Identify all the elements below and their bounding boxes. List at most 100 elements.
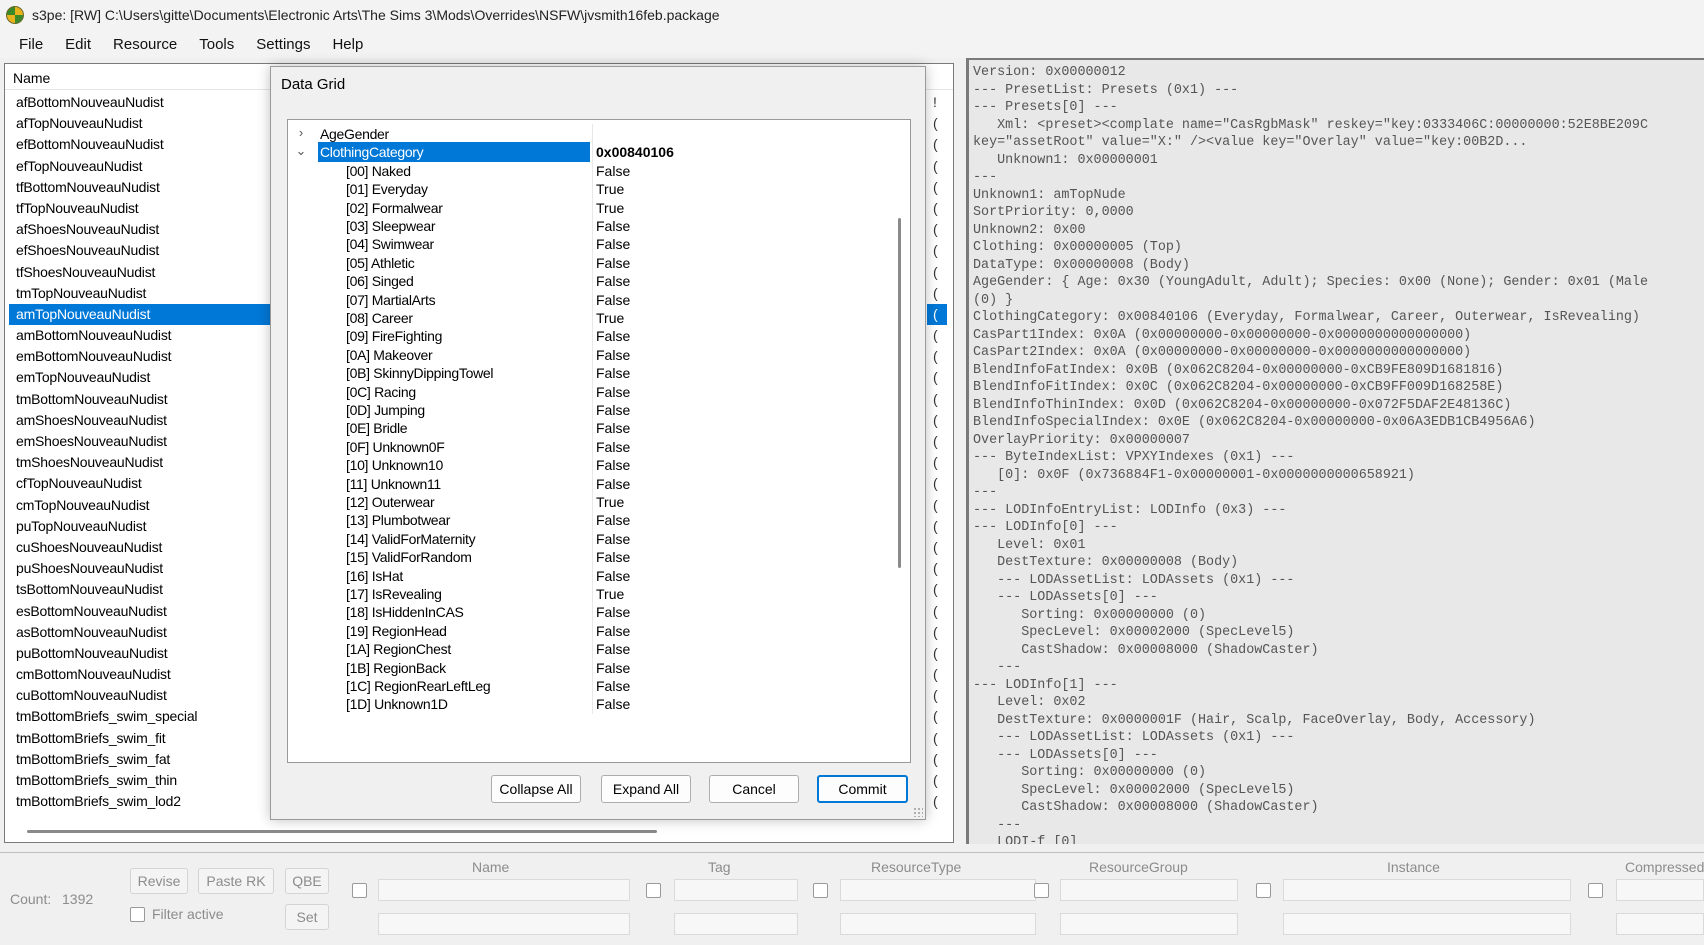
revise-button[interactable]: Revise: [130, 868, 188, 894]
grid-row-value[interactable]: False: [592, 326, 882, 347]
filter-resourcegroup-value-input[interactable]: [1060, 913, 1238, 935]
grid-row[interactable]: [1D] Unknown1D False: [288, 694, 892, 715]
grid-row[interactable]: [0F] Unknown0F False: [288, 436, 892, 457]
filter-instance-input[interactable]: [1283, 879, 1571, 901]
grid-row-value[interactable]: False: [592, 639, 882, 660]
filter-tag-value-input[interactable]: [674, 913, 798, 935]
filter-resourcegroup-checkbox[interactable]: [1034, 883, 1049, 898]
grid-row-value[interactable]: True: [592, 492, 882, 512]
grid-row[interactable]: [10] Unknown10 False: [288, 455, 892, 476]
chevron-down-icon[interactable]: ⌄: [294, 143, 308, 159]
grid-row-value[interactable]: False: [592, 657, 882, 678]
grid-row-value[interactable]: True: [592, 308, 882, 328]
grid-row-value[interactable]: True: [592, 179, 882, 200]
grid-row[interactable]: [04] Swimwear False: [288, 234, 892, 255]
grid-row[interactable]: [1A] RegionChest False: [288, 639, 892, 660]
grid-row[interactable]: [13] Plumbotwear False: [288, 510, 892, 531]
grid-row-value[interactable]: False: [592, 676, 882, 696]
filter-compressed-checkbox[interactable]: [1588, 883, 1603, 898]
list-item[interactable]: puBottomNouveauNudist: [9, 643, 275, 664]
filter-compressed-value-input[interactable]: [1616, 913, 1704, 935]
grid-row-value[interactable]: False: [592, 418, 882, 439]
horizontal-scrollbar[interactable]: [27, 830, 657, 833]
grid-row[interactable]: [07] MartialArts False: [288, 289, 892, 310]
list-item[interactable]: tmBottomBriefs_swim_thin: [9, 770, 275, 791]
list-item[interactable]: cuBottomNouveauNudist: [9, 685, 275, 706]
grid-row[interactable]: [19] RegionHead False: [288, 620, 892, 641]
grid-row[interactable]: [1B] RegionBack False: [288, 657, 892, 678]
grid-row[interactable]: [01] Everyday True: [288, 179, 892, 200]
resize-grip[interactable]: [913, 807, 923, 817]
cancel-button[interactable]: Cancel: [709, 775, 799, 803]
grid-row[interactable]: [05] Athletic False: [288, 252, 892, 273]
grid-row-value[interactable]: False: [592, 381, 882, 402]
list-item[interactable]: afBottomNouveauNudist: [9, 92, 275, 113]
list-item[interactable]: emBottomNouveauNudist: [9, 346, 275, 367]
filter-resourcetype-checkbox[interactable]: [813, 883, 828, 898]
list-item[interactable]: cmBottomNouveauNudist: [9, 664, 275, 685]
list-item[interactable]: afTopNouveauNudist: [9, 113, 275, 134]
list-item[interactable]: efShoesNouveauNudist: [9, 240, 275, 261]
grid-row[interactable]: [06] Singed False: [288, 271, 892, 292]
grid-row[interactable]: [03] Sleepwear False: [288, 216, 892, 236]
list-item[interactable]: amShoesNouveauNudist: [9, 410, 275, 431]
list-item[interactable]: emTopNouveauNudist: [9, 367, 275, 388]
list-item[interactable]: tmShoesNouveauNudist: [9, 452, 275, 473]
filter-resourcetype-input[interactable]: [840, 879, 1036, 901]
list-item[interactable]: tmBottomBriefs_swim_fit: [9, 728, 275, 749]
filter-resourcetype-value-input[interactable]: [840, 913, 1036, 935]
grid-row[interactable]: [16] IsHat False: [288, 565, 892, 586]
grid-row-value[interactable]: False: [592, 528, 882, 549]
list-item[interactable]: asBottomNouveauNudist: [9, 622, 275, 643]
grid-row-value[interactable]: 0x00840106: [592, 142, 882, 163]
list-item[interactable]: tmBottomBriefs_swim_fat: [9, 749, 275, 770]
filter-instance-value-input[interactable]: [1283, 913, 1571, 935]
filter-resourcegroup-input[interactable]: [1060, 879, 1238, 901]
set-button[interactable]: Set: [285, 904, 329, 930]
list-item[interactable]: cfTopNouveauNudist: [9, 473, 275, 494]
grid-row-value[interactable]: False: [592, 455, 882, 476]
filter-name-input[interactable]: [378, 879, 630, 901]
grid-row-value[interactable]: False: [592, 344, 882, 365]
expand-all-button[interactable]: Expand All: [601, 775, 691, 803]
grid-vertical-scrollbar[interactable]: [898, 218, 901, 568]
list-item[interactable]: tfTopNouveauNudist: [9, 198, 275, 219]
grid-row[interactable]: [0E] Bridle False: [288, 418, 892, 439]
chevron-right-icon[interactable]: ›: [294, 125, 308, 140]
menu-resource[interactable]: Resource: [102, 36, 188, 53]
filter-tag-input[interactable]: [674, 879, 798, 901]
grid-row[interactable]: [15] ValidForRandom False: [288, 547, 892, 568]
grid-row-value[interactable]: False: [592, 510, 882, 531]
list-item[interactable]: emShoesNouveauNudist: [9, 431, 275, 452]
grid-row-value[interactable]: False: [592, 602, 882, 623]
list-item[interactable]: tfBottomNouveauNudist: [9, 177, 275, 198]
grid-row-value[interactable]: False: [592, 252, 882, 273]
menu-tools[interactable]: Tools: [188, 36, 245, 53]
menu-settings[interactable]: Settings: [245, 36, 321, 53]
grid-row[interactable]: [02] Formalwear True: [288, 197, 892, 218]
grid-row[interactable]: [0C] Racing False: [288, 381, 892, 402]
grid-row-value[interactable]: False: [592, 620, 882, 641]
grid-row[interactable]: [00] Naked False: [288, 160, 892, 181]
list-item[interactable]: efTopNouveauNudist: [9, 156, 275, 177]
menu-edit[interactable]: Edit: [54, 36, 102, 53]
list-item[interactable]: afShoesNouveauNudist: [9, 219, 275, 240]
list-item[interactable]: tmBottomBriefs_swim_special: [9, 706, 275, 727]
grid-row-value[interactable]: False: [592, 694, 882, 715]
list-item[interactable]: tsBottomNouveauNudist: [9, 579, 275, 600]
grid-row[interactable]: [1C] RegionRearLeftLeg False: [288, 676, 892, 696]
list-item[interactable]: puShoesNouveauNudist: [9, 558, 275, 579]
filter-name-checkbox[interactable]: [352, 883, 367, 898]
filter-instance-checkbox[interactable]: [1256, 883, 1271, 898]
list-item[interactable]: amTopNouveauNudist: [9, 303, 275, 326]
grid-row-value[interactable]: [592, 124, 882, 144]
grid-row[interactable]: [14] ValidForMaternity False: [288, 528, 892, 549]
grid-row-value[interactable]: False: [592, 400, 882, 420]
list-item[interactable]: efBottomNouveauNudist: [9, 134, 275, 155]
commit-button[interactable]: Commit: [817, 775, 908, 803]
list-item[interactable]: tmTopNouveauNudist: [9, 283, 275, 304]
list-item[interactable]: amBottomNouveauNudist: [9, 325, 275, 346]
filter-compressed-input[interactable]: [1616, 879, 1704, 901]
grid-row[interactable]: [08] Career True: [288, 308, 892, 328]
list-item[interactable]: cmTopNouveauNudist: [9, 495, 275, 516]
